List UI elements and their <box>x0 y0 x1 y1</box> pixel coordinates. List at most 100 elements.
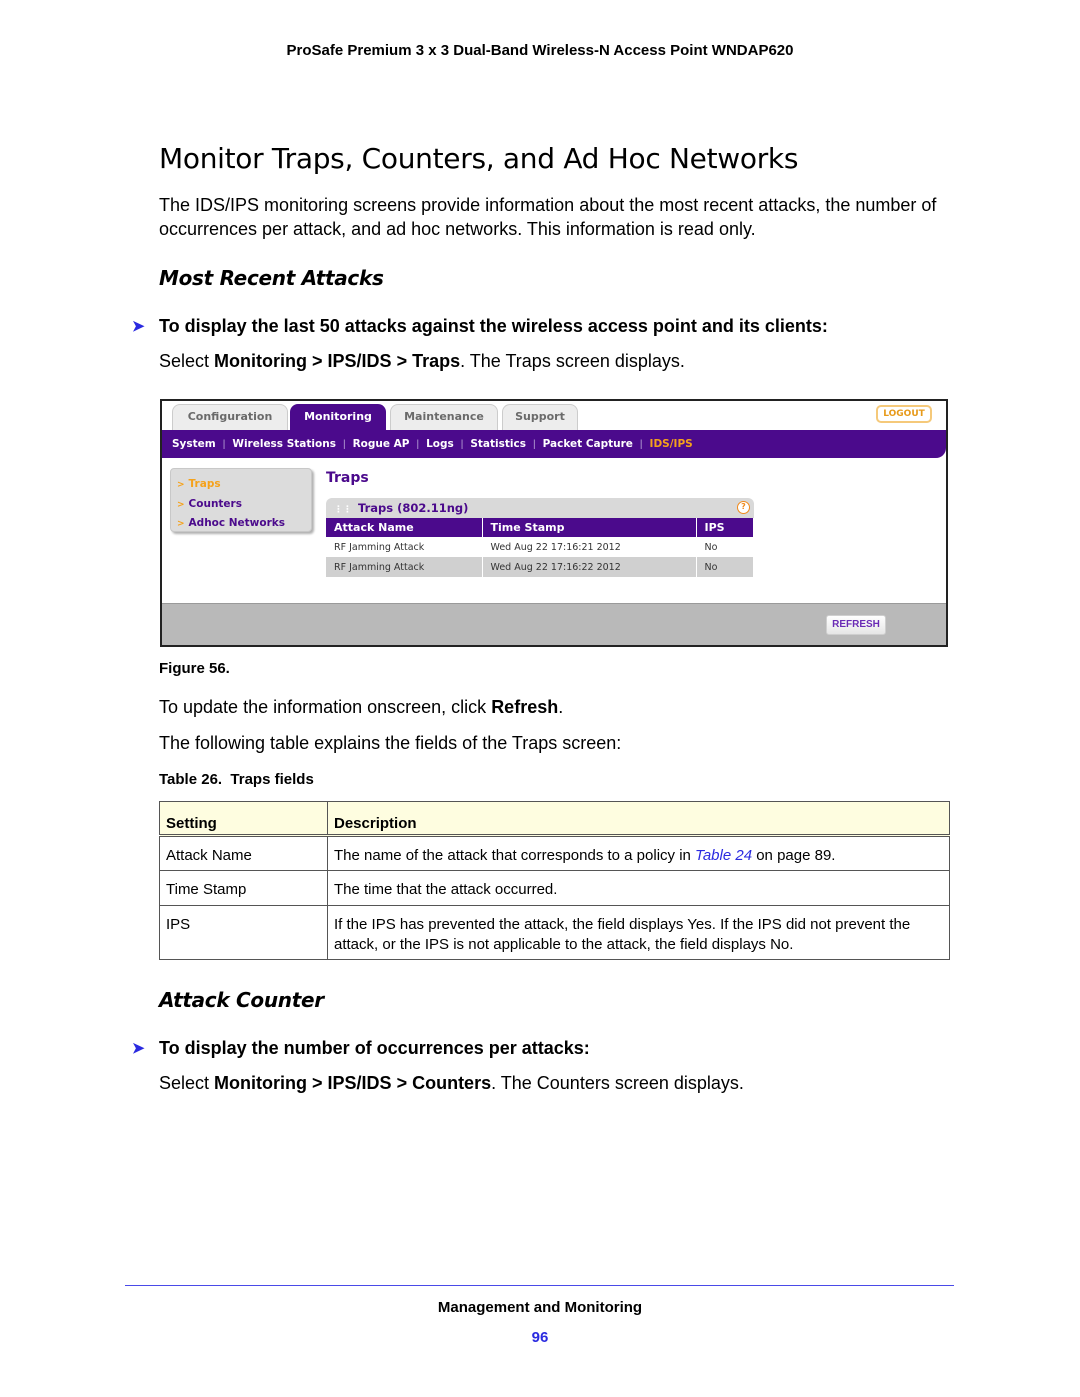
procedure-text: To display the number of occurrences per… <box>159 1038 590 1058</box>
table-row: RF Jamming Attack Wed Aug 22 17:16:22 20… <box>326 557 754 577</box>
traps-table-header: Attack Name Time Stamp IPS <box>326 518 754 537</box>
section-heading-most-recent-attacks: Most Recent Attacks <box>159 266 384 290</box>
col-ips: IPS <box>696 518 754 537</box>
traps-screenshot: Configuration Monitoring Maintenance Sup… <box>160 399 948 647</box>
menu-path-ips-ids: IPS/IDS <box>327 351 392 371</box>
chevron-right-icon: > <box>177 519 185 529</box>
step-prefix: Select <box>159 1073 215 1093</box>
sub-navigation: System | Wireless Stations | Rogue AP | … <box>162 430 946 458</box>
menu-sep: > <box>391 1073 413 1093</box>
chevron-right-icon: > <box>177 499 185 510</box>
procedure-heading-counters: ➤ To display the number of occurrences p… <box>132 1038 590 1059</box>
left-navigation: > Traps > Counters > Adhoc Networks <box>170 468 312 532</box>
subnav-divider: | <box>342 438 346 450</box>
subnav-packet-capture[interactable]: Packet Capture <box>543 438 633 450</box>
footer-chapter-title: Management and Monitoring <box>437 1299 643 1316</box>
tab-configuration[interactable]: Configuration <box>172 404 288 430</box>
setting-cell: Time Stamp <box>159 870 328 906</box>
cell-attack-name: RF Jamming Attack <box>326 557 483 577</box>
refresh-button[interactable]: REFRESH <box>826 615 886 635</box>
refresh-instruction: To update the information onscreen, clic… <box>159 697 563 718</box>
subnav-divider: | <box>222 438 226 450</box>
table-caption: Table 26. Traps fields <box>159 771 314 788</box>
subnav-system[interactable]: System <box>172 438 216 450</box>
menu-path-traps: Traps <box>412 351 461 371</box>
traps-table: Attack Name Time Stamp IPS RF Jamming At… <box>326 518 754 577</box>
refresh-term: Refresh <box>491 697 559 717</box>
panel-title: Traps (802.11ng) <box>358 501 469 515</box>
procedure-text: To display the last 50 attacks against t… <box>159 316 828 336</box>
procedure-arrow-icon: ➤ <box>132 318 145 335</box>
subnav-rogue-ap[interactable]: Rogue AP <box>353 438 410 450</box>
col-time-stamp: Time Stamp <box>482 518 697 537</box>
subnav-statistics[interactable]: Statistics <box>470 438 526 450</box>
setting-cell: IPS <box>159 905 328 960</box>
chevron-right-icon: > <box>177 480 185 490</box>
table-row: Attack Name The name of the attack that … <box>159 835 950 871</box>
content-area: > Traps > Counters > Adhoc Networks Traps ⋮… <box>162 458 946 603</box>
step-suffix: . The Counters screen displays. <box>491 1073 744 1093</box>
menu-sep: > <box>307 1073 328 1093</box>
table-row: RF Jamming Attack Wed Aug 22 17:16:21 20… <box>326 537 754 557</box>
subnav-logs[interactable]: Logs <box>426 438 454 450</box>
table-24-link[interactable]: Table 24 <box>695 847 752 864</box>
leftnav-label: Traps <box>188 478 221 490</box>
logout-button[interactable]: LOGOUT <box>876 405 932 423</box>
step-suffix: . The Traps screen displays. <box>460 351 685 371</box>
step-prefix: Select <box>159 351 215 371</box>
screen-footer-bar: REFRESH <box>162 603 946 645</box>
leftnav-counters[interactable]: > Counters <box>177 495 311 515</box>
cell-time-stamp: Wed Aug 22 17:16:22 2012 <box>482 557 697 577</box>
page-number: 96 <box>531 1329 549 1346</box>
subnav-divider: | <box>639 438 643 450</box>
footer-divider <box>125 1285 954 1286</box>
screen-section-title: Traps <box>326 470 369 486</box>
step-select-counters: Select Monitoring > IPS/IDS > Counters. … <box>159 1073 744 1094</box>
subnav-divider: | <box>416 438 420 450</box>
cell-attack-name: RF Jamming Attack <box>326 537 483 557</box>
description-cell: If the IPS has prevented the attack, the… <box>327 905 950 960</box>
subnav-ids-ips[interactable]: IDS/IPS <box>650 438 693 450</box>
leftnav-label: Adhoc Networks <box>188 517 286 529</box>
fields-header-row: Setting Description <box>159 801 950 837</box>
traps-panel: ⋮⋮ Traps (802.11ng) ? Attack Name Time St… <box>326 498 754 577</box>
text: To update the information onscreen, clic… <box>159 697 492 717</box>
tab-monitoring[interactable]: Monitoring <box>290 404 386 430</box>
description-cell: The time that the attack occurred. <box>327 870 950 906</box>
figure-caption: Figure 56. <box>159 660 230 677</box>
text: . <box>558 697 564 717</box>
header-description: Description <box>327 801 950 837</box>
subnav-divider: | <box>532 438 536 450</box>
subnav-wireless-stations[interactable]: Wireless Stations <box>232 438 336 450</box>
tab-maintenance[interactable]: Maintenance <box>390 404 498 430</box>
tab-support[interactable]: Support <box>502 404 578 430</box>
text: The name of the attack that corresponds … <box>334 847 696 864</box>
cell-ips: No <box>696 537 754 557</box>
table-row: Time Stamp The time that the attack occu… <box>159 870 950 906</box>
main-tabs: Configuration Monitoring Maintenance Sup… <box>162 401 946 430</box>
header-setting: Setting <box>159 801 328 837</box>
leftnav-label: Counters <box>188 497 242 510</box>
col-attack-name: Attack Name <box>326 518 483 537</box>
help-icon[interactable]: ? <box>737 501 750 514</box>
running-header: ProSafe Premium 3 x 3 Dual-Band Wireless… <box>286 42 794 59</box>
procedure-arrow-icon: ➤ <box>132 1040 145 1057</box>
intro-paragraph: The IDS/IPS monitoring screens provide i… <box>159 195 937 239</box>
traps-fields-table: Setting Description Attack Name The name… <box>159 801 950 960</box>
subnav-divider: | <box>460 438 464 450</box>
table-intro: The following table explains the fields … <box>159 733 622 753</box>
table-row: IPS If the IPS has prevented the attack,… <box>159 905 950 960</box>
page-title: Monitor Traps, Counters, and Ad Hoc Netw… <box>159 142 799 175</box>
setting-cell: Attack Name <box>159 835 328 871</box>
grip-icon: ⋮⋮ <box>334 505 352 515</box>
procedure-heading-traps: ➤ To display the last 50 attacks against… <box>132 316 828 337</box>
step-select-traps: Select Monitoring > IPS/IDS > Traps. The… <box>159 351 685 372</box>
text: on page 89. <box>752 847 836 864</box>
cell-time-stamp: Wed Aug 22 17:16:21 2012 <box>482 537 697 557</box>
leftnav-traps[interactable]: > Traps <box>177 475 311 495</box>
cell-ips: No <box>696 557 754 577</box>
menu-path-monitoring: Monitoring <box>214 1073 308 1093</box>
menu-path-monitoring: Monitoring <box>214 351 308 371</box>
section-heading-attack-counter: Attack Counter <box>159 988 324 1012</box>
leftnav-adhoc-networks[interactable]: > Adhoc Networks <box>177 514 311 534</box>
